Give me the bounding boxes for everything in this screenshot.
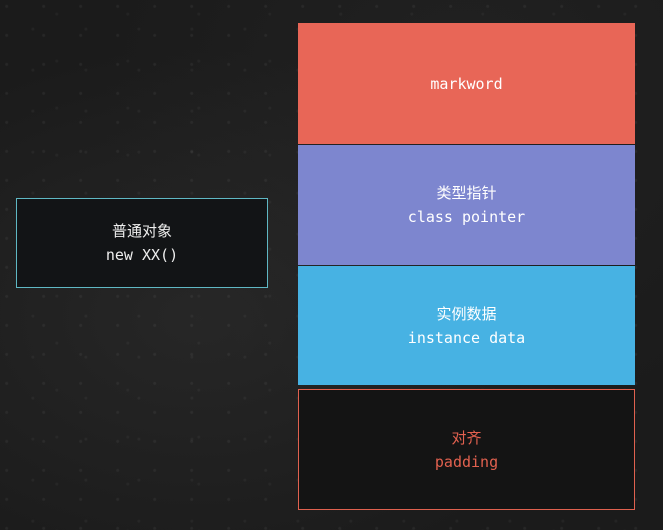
class-pointer-block: 类型指针 class pointer <box>298 145 635 265</box>
markword-label: markword <box>430 74 503 93</box>
object-label-code: new XX() <box>105 246 179 264</box>
instance-data-block: 实例数据 instance data <box>298 266 635 385</box>
markword-block: markword <box>298 23 635 144</box>
padding-label-chinese: 对齐 <box>451 428 482 447</box>
class-pointer-label-english: class pointer <box>407 208 526 226</box>
padding-block: 对齐 padding <box>298 389 635 510</box>
diagram-canvas: { "object": { "label_cn": "普通对象", "label… <box>0 0 663 530</box>
ordinary-object-box: 普通对象 new XX() <box>16 198 268 288</box>
instance-data-label-english: instance data <box>407 328 526 347</box>
padding-label-english: padding <box>434 452 499 471</box>
class-pointer-label-chinese: 类型指针 <box>436 184 497 202</box>
instance-data-label-chinese: 实例数据 <box>436 304 497 323</box>
object-label-chinese: 普通对象 <box>111 222 172 240</box>
